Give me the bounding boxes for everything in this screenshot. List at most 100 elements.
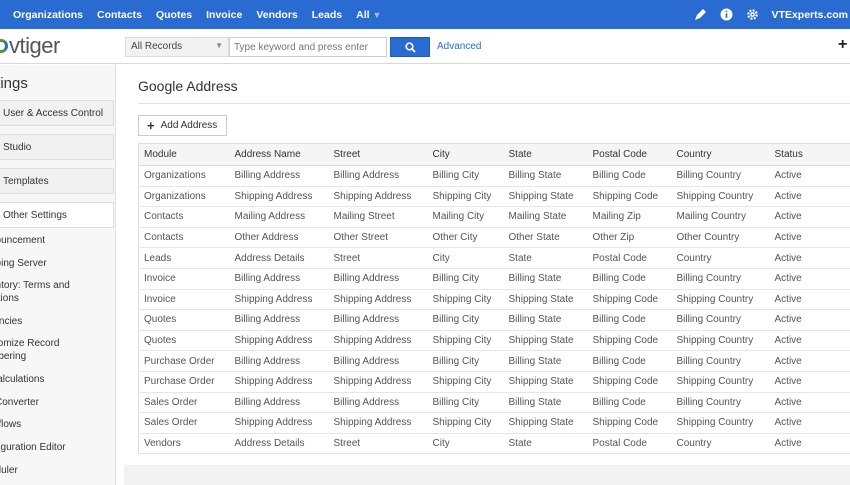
table-cell: Shipping Address — [229, 186, 329, 208]
table-cell: Billing State — [503, 268, 588, 290]
table-cell: Active — [769, 289, 850, 311]
column-header-status[interactable]: Status — [769, 143, 850, 166]
gear-icon[interactable] — [746, 8, 760, 22]
table-row[interactable]: Purchase Order Billing Address Billing Add… — [138, 350, 850, 372]
quick-create-icon[interactable]: + — [838, 36, 847, 54]
nav-quotes[interactable]: Quotes — [156, 9, 192, 21]
table-cell: Quotes — [138, 309, 230, 331]
column-header-country[interactable]: Country — [671, 143, 770, 166]
table-row[interactable]: Organizations Shipping Address Shipping Ad… — [138, 186, 850, 208]
table-cell: Shipping Code — [587, 330, 672, 352]
nav-organizations[interactable]: Organizations — [13, 9, 83, 21]
table-cell: Shipping Address — [328, 186, 428, 208]
sidebar-item-other-settings[interactable]: Other Settings — [0, 202, 114, 228]
table-cell: Quotes — [138, 330, 230, 352]
main-content: Google Address + Add Address Module Addr… — [124, 65, 850, 485]
sidebar-item-studio[interactable]: Studio — [0, 134, 114, 160]
table-row[interactable]: Leads Address Details Street City State Posta… — [138, 247, 850, 269]
user-menu[interactable]: VTExperts.com — [772, 9, 850, 21]
table-cell: Shipping Country — [671, 371, 770, 393]
global-search-input[interactable] — [229, 37, 387, 57]
table-cell: Billing Country — [671, 350, 770, 372]
table-row[interactable]: Invoice Billing Address Billing Address Bil… — [138, 268, 850, 290]
table-cell: Street — [328, 433, 428, 455]
sidebar-item-user-access-control[interactable]: User & Access Control — [0, 100, 114, 126]
info-icon[interactable] — [720, 8, 734, 22]
pencil-icon[interactable] — [694, 8, 708, 22]
sidebar-link-scheduler[interactable]: eduler — [0, 464, 18, 477]
table-cell: Active — [769, 392, 850, 414]
sidebar-link-announcement[interactable]: nouncement — [0, 234, 45, 247]
table-cell: Active — [769, 247, 850, 269]
sidebar-link-inventory-terms[interactable]: entory: Terms and — [0, 279, 70, 292]
plus-icon: + — [147, 118, 155, 133]
sidebar-link-configuration-editor[interactable]: nfiguration Editor — [0, 441, 66, 454]
sidebar-link-mail-converter[interactable]: l Converter — [0, 396, 39, 409]
table-cell: Sales Order — [138, 412, 230, 434]
table-row[interactable]: Sales Order Shipping Address Shipping Addr… — [138, 412, 850, 434]
logo-swirl-icon — [0, 39, 8, 53]
nav-all[interactable]: All ▼ — [356, 9, 381, 21]
table-cell: Shipping State — [503, 289, 588, 311]
search-scope-select[interactable]: All Records ▼ — [125, 37, 229, 57]
sidebar-link-customize-record-numbering-line2[interactable]: mbering — [0, 350, 26, 363]
table-cell: Billing Address — [229, 268, 329, 290]
column-header-state[interactable]: State — [503, 143, 588, 166]
nav-contacts[interactable]: Contacts — [97, 9, 142, 21]
title-divider — [138, 103, 850, 104]
search-icon — [404, 41, 416, 53]
sidebar-link-inventory-terms-line2[interactable]: ditions — [0, 292, 19, 305]
search-scope-value: All Records — [131, 41, 183, 52]
table-cell: Active — [769, 371, 850, 393]
table-row[interactable]: Vendors Address Details Street City State Pos… — [138, 433, 850, 455]
table-row[interactable]: Purchase Order Shipping Address Shipping A… — [138, 371, 850, 393]
table-row[interactable]: Contacts Mailing Address Mailing Street Mai… — [138, 206, 850, 228]
page-title: Google Address — [138, 78, 238, 94]
table-cell: Other Address — [229, 227, 329, 249]
column-header-city[interactable]: City — [427, 143, 504, 166]
table-cell: Mailing State — [503, 206, 588, 228]
sidebar-link-customize-record-numbering[interactable]: stomize Record — [0, 337, 59, 350]
table-cell: Active — [769, 268, 850, 290]
add-address-button[interactable]: + Add Address — [138, 115, 227, 136]
table-cell: Billing Code — [587, 392, 672, 414]
table-cell: Billing Country — [671, 268, 770, 290]
vtiger-logo[interactable]: vtiger — [0, 32, 60, 60]
table-cell: Shipping Code — [587, 289, 672, 311]
add-address-label: Add Address — [160, 120, 218, 131]
table-cell: Billing City — [427, 268, 504, 290]
logo-text: vtiger — [9, 33, 60, 58]
table-cell: Shipping Address — [229, 289, 329, 311]
table-row[interactable]: Quotes Shipping Address Shipping Address Sh… — [138, 330, 850, 352]
table-cell: Address Details — [229, 433, 329, 455]
sidebar-link-outgoing-server[interactable]: going Server — [0, 257, 47, 270]
table-cell: Shipping Code — [587, 186, 672, 208]
column-header-street[interactable]: Street — [328, 143, 428, 166]
search-button[interactable] — [390, 37, 430, 57]
advanced-search-link[interactable]: Advanced — [437, 41, 481, 52]
table-row[interactable]: Sales Order Billing Address Billing Addres… — [138, 392, 850, 414]
nav-leads[interactable]: Leads — [312, 9, 342, 21]
sidebar-link-calculations[interactable]: Calculations — [0, 373, 44, 386]
table-cell: Organizations — [138, 186, 230, 208]
table-cell: Active — [769, 309, 850, 331]
table-cell: Shipping City — [427, 412, 504, 434]
sidebar-link-currencies[interactable]: rencies — [0, 315, 22, 328]
table-cell: Shipping State — [503, 330, 588, 352]
table-row[interactable]: Organizations Billing Address Billing Addr… — [138, 165, 850, 187]
table-cell: Billing City — [427, 392, 504, 414]
nav-invoice[interactable]: Invoice — [206, 9, 242, 21]
column-header-address-name[interactable]: Address Name — [229, 143, 329, 166]
table-row[interactable]: Contacts Other Address Other Street Other C… — [138, 227, 850, 249]
nav-vendors[interactable]: Vendors — [256, 9, 297, 21]
sidebar-link-workflows[interactable]: rkflows — [0, 418, 21, 431]
column-header-module[interactable]: Module — [138, 143, 230, 166]
column-header-postal-code[interactable]: Postal Code — [587, 143, 672, 166]
table-cell: Billing Address — [229, 350, 329, 372]
table-row[interactable]: Invoice Shipping Address Shipping Address S… — [138, 289, 850, 311]
table-cell: Billing Code — [587, 350, 672, 372]
table-cell: State — [503, 433, 588, 455]
sidebar-item-templates[interactable]: Templates — [0, 168, 114, 194]
table-cell: Postal Code — [587, 433, 672, 455]
table-row[interactable]: Quotes Billing Address Billing Address Bill… — [138, 309, 850, 331]
